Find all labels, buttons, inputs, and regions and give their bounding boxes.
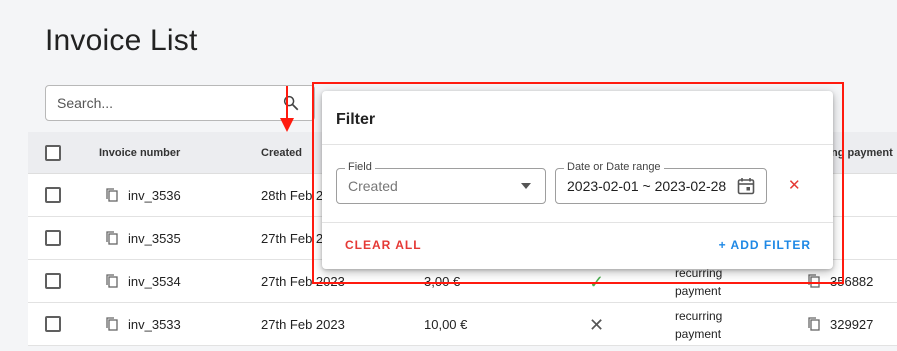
invoice-number: inv_3536 — [128, 188, 181, 203]
page-title: Invoice List — [45, 24, 198, 57]
copy-icon[interactable] — [106, 188, 118, 202]
copy-icon[interactable] — [808, 317, 820, 331]
row-checkbox[interactable] — [45, 187, 61, 203]
amount: 10,00 € — [424, 317, 468, 332]
payment-type: recurring payment — [675, 309, 723, 341]
copy-icon[interactable] — [106, 274, 118, 288]
annotation-highlight-box — [312, 82, 844, 284]
search-icon[interactable] — [282, 94, 300, 112]
copy-icon[interactable] — [106, 317, 118, 331]
payment-id: 329927 — [830, 317, 874, 332]
annotation-arrow — [286, 86, 288, 120]
created-date: 27th Feb 2023 — [261, 317, 345, 332]
invoice-number: inv_3534 — [128, 274, 181, 289]
annotation-arrow-head — [280, 118, 294, 132]
invoice-number: inv_3533 — [128, 317, 181, 332]
row-checkbox[interactable] — [45, 273, 61, 289]
column-header-invoice-number[interactable]: Invoice number — [99, 147, 180, 159]
copy-icon[interactable] — [106, 231, 118, 245]
search-input[interactable]: Search... — [45, 85, 315, 121]
search-placeholder: Search... — [57, 95, 114, 111]
select-all-checkbox[interactable] — [45, 145, 61, 161]
column-header-created[interactable]: Created — [261, 147, 302, 159]
status-cross-icon: ✕ — [589, 315, 605, 335]
table-row[interactable]: inv_3533 27th Feb 2023 10,00 € ✕ recurri… — [28, 303, 897, 346]
invoice-list-page: Invoice List Search... Invoice number Cr… — [0, 0, 897, 351]
row-checkbox[interactable] — [45, 230, 61, 246]
row-checkbox[interactable] — [45, 316, 61, 332]
invoice-number: inv_3535 — [128, 231, 181, 246]
